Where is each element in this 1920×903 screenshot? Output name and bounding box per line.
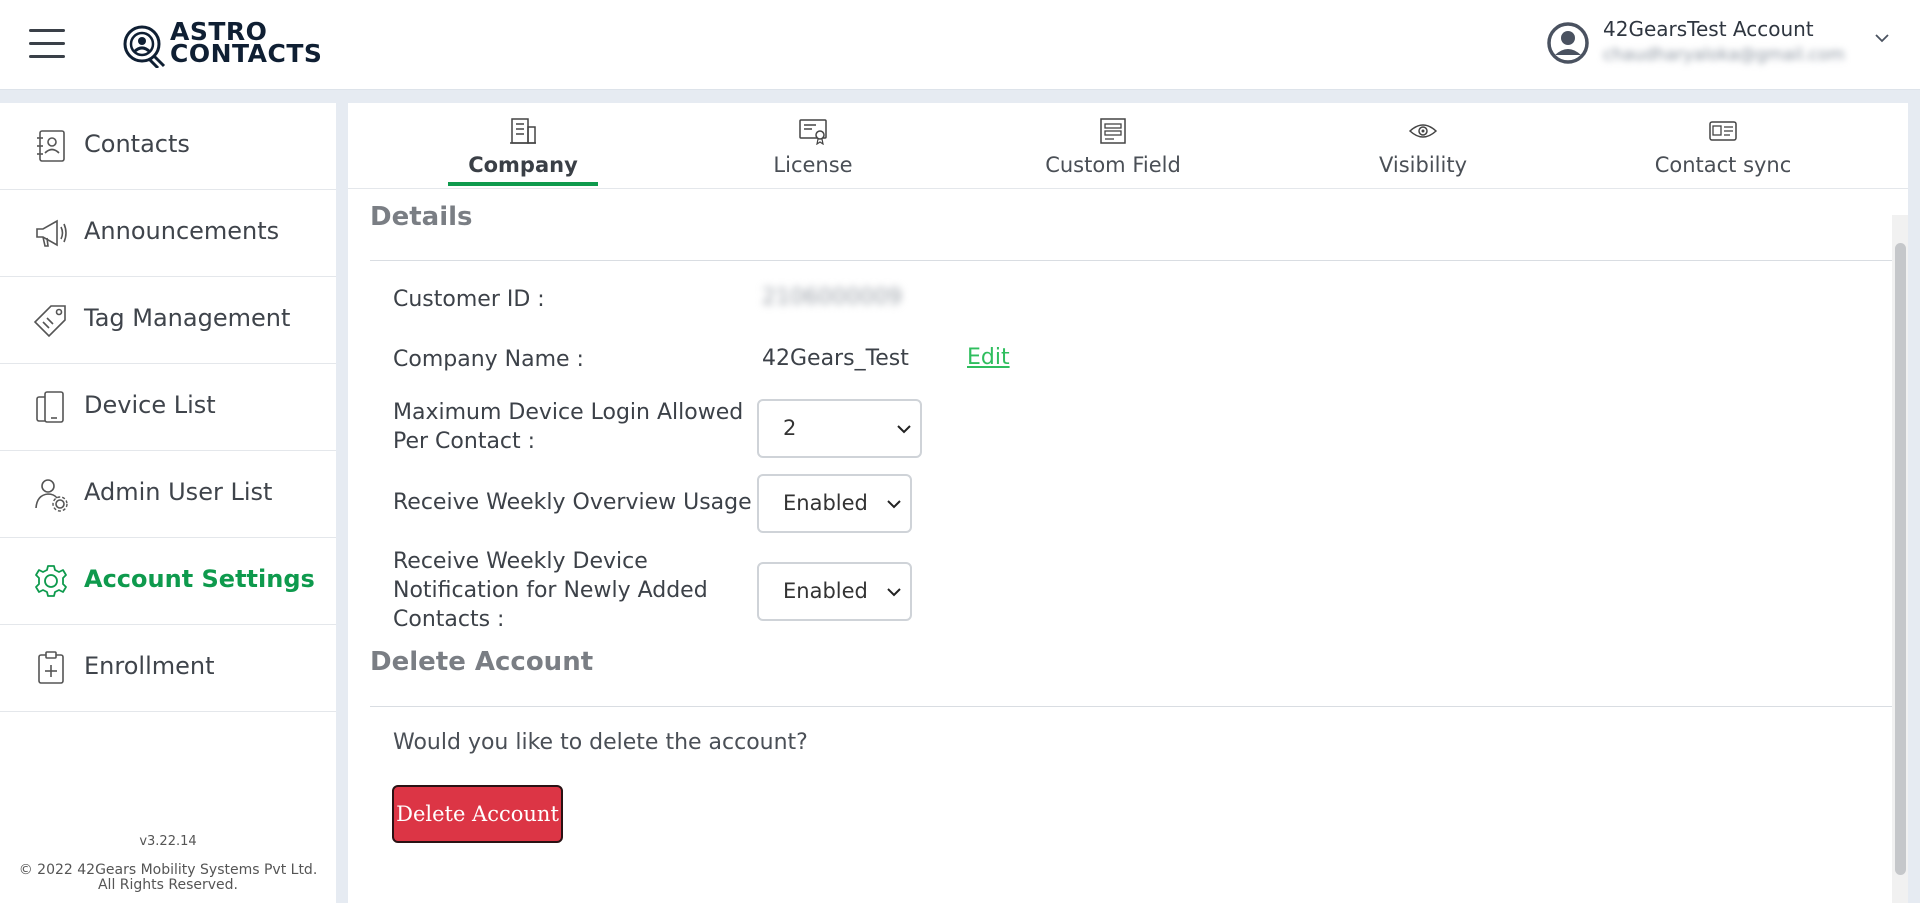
- building-icon: [510, 118, 536, 144]
- logo-text-line2: CONTACTS: [170, 39, 323, 68]
- sidebar-item-label: Tag Management: [84, 304, 291, 332]
- tag-icon: [33, 305, 66, 338]
- company-name-label: Company Name :: [393, 347, 584, 372]
- copyright: © 2022 42Gears Mobility Systems Pvt Ltd.…: [0, 863, 336, 893]
- tab-company[interactable]: Company: [448, 103, 598, 189]
- active-tab-indicator: [448, 182, 598, 186]
- weekly-notification-label-line2: Notification for Newly Added: [393, 578, 708, 603]
- sidebar-item-admin-user-list[interactable]: Admin User List: [0, 451, 336, 538]
- delete-account-button[interactable]: Delete Account: [392, 785, 563, 843]
- sidebar-item-account-settings[interactable]: Account Settings: [0, 538, 336, 625]
- max-login-label-line2: Per Contact :: [393, 429, 536, 454]
- sidebar-item-label: Device List: [84, 391, 216, 419]
- copyright-line2: All Rights Reserved.: [97, 877, 239, 893]
- tab-label: License: [773, 153, 853, 177]
- eye-icon: [1408, 124, 1438, 138]
- weekly-usage-selected-value: Enabled: [783, 491, 868, 515]
- scrollbar[interactable]: [1892, 215, 1908, 903]
- tab-label: Contact sync: [1654, 153, 1792, 177]
- user-menu[interactable]: 42GearsTest Account chaudharyaloka@gmail…: [1540, 15, 1900, 75]
- chevron-down-icon[interactable]: [1873, 29, 1891, 47]
- tab-contact-sync[interactable]: Contact sync: [1638, 103, 1808, 189]
- chevron-down-icon: [887, 588, 901, 597]
- clipboard-plus-icon: [38, 651, 64, 684]
- sidebar-item-contacts[interactable]: Contacts: [0, 103, 336, 190]
- weekly-notification-selected-value: Enabled: [783, 579, 868, 603]
- id-card-icon: [1709, 121, 1737, 141]
- tab-label: Visibility: [1378, 153, 1467, 177]
- weekly-notification-label-line1: Receive Weekly Device: [393, 549, 648, 574]
- sidebar-item-tag-management[interactable]: Tag Management: [0, 277, 336, 364]
- sidebar-item-label: Enrollment: [84, 652, 215, 680]
- main-panel: Company License Custom Field Visibility …: [348, 103, 1908, 903]
- settings-tabs: Company License Custom Field Visibility …: [348, 103, 1908, 189]
- sidebar: Contacts Announcements Tag Management De…: [0, 103, 336, 903]
- astro-contacts-logo[interactable]: ASTRO CONTACTS: [120, 18, 345, 70]
- sidebar-item-label: Admin User List: [84, 478, 273, 506]
- sidebar-item-announcements[interactable]: Announcements: [0, 190, 336, 277]
- contact-book-icon: [37, 130, 65, 162]
- fingerprint-logo-icon: [123, 25, 166, 68]
- app-version: v3.22.14: [139, 834, 197, 849]
- user-circle-icon: [1547, 22, 1589, 64]
- user-gear-icon: [35, 479, 68, 512]
- max-login-selected-value: 2: [783, 416, 797, 440]
- edit-company-name-link[interactable]: Edit: [967, 345, 1010, 370]
- max-login-label-line1: Maximum Device Login Allowed: [393, 400, 744, 425]
- scrollbar-thumb[interactable]: [1895, 243, 1906, 875]
- weekly-notification-select[interactable]: Enabled: [757, 562, 912, 621]
- section-divider: [370, 706, 1892, 707]
- company-name-value: 42Gears_Test: [762, 346, 909, 371]
- megaphone-icon: [36, 219, 67, 247]
- weekly-notification-label: Receive Weekly Device Notification for N…: [393, 547, 708, 634]
- tab-label: Company: [468, 153, 578, 177]
- form-icon: [1100, 118, 1126, 144]
- copyright-line1: © 2022 42Gears Mobility Systems Pvt Ltd.: [18, 862, 318, 878]
- delete-account-question: Would you like to delete the account?: [393, 730, 808, 755]
- devices-icon: [36, 391, 64, 423]
- details-section-title: Details: [370, 202, 473, 232]
- sidebar-item-label: Account Settings: [84, 565, 315, 593]
- sidebar-item-label: Contacts: [84, 130, 190, 158]
- max-login-label: Maximum Device Login Allowed Per Contact…: [393, 398, 743, 456]
- gear-icon: [35, 565, 67, 597]
- app-header: ASTRO CONTACTS 42GearsTest Account chaud…: [0, 0, 1920, 90]
- tab-visibility[interactable]: Visibility: [1348, 103, 1498, 189]
- sidebar-item-enrollment[interactable]: Enrollment: [0, 625, 336, 712]
- sidebar-item-label: Announcements: [84, 217, 280, 245]
- tab-label: Custom Field: [1045, 153, 1181, 177]
- weekly-usage-select[interactable]: Enabled: [757, 474, 912, 533]
- section-divider: [370, 260, 1892, 261]
- tab-custom-field[interactable]: Custom Field: [1028, 103, 1198, 189]
- user-name: 42GearsTest Account: [1603, 17, 1814, 41]
- tab-license[interactable]: License: [738, 103, 888, 189]
- certificate-icon: [799, 119, 827, 145]
- delete-account-section-title: Delete Account: [370, 647, 594, 677]
- sidebar-item-device-list[interactable]: Device List: [0, 364, 336, 451]
- user-email: chaudharyaloka@gmail.com: [1603, 45, 1845, 65]
- hamburger-icon[interactable]: [29, 29, 65, 59]
- chevron-down-icon: [897, 425, 911, 434]
- customer-id-value: 2106000009: [762, 285, 902, 310]
- customer-id-label: Customer ID :: [393, 287, 545, 312]
- weekly-usage-label: Receive Weekly Overview Usage :: [393, 490, 767, 515]
- chevron-down-icon: [887, 500, 901, 509]
- weekly-notification-label-line3: Contacts :: [393, 607, 505, 632]
- max-login-select[interactable]: 2: [757, 399, 922, 458]
